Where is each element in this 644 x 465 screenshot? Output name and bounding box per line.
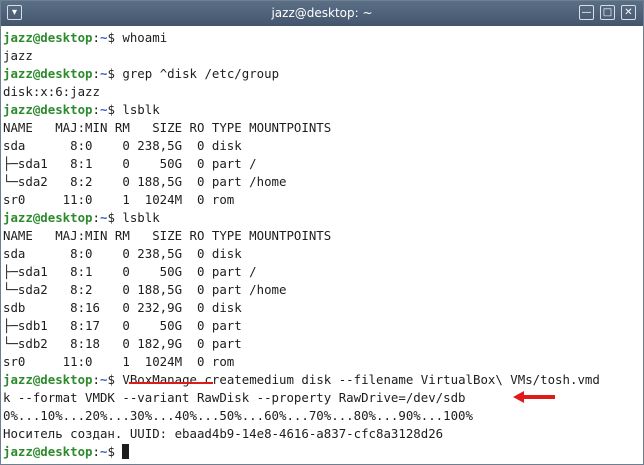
prompt-symbol: $: [107, 66, 123, 81]
title-bar[interactable]: ▾ jazz@desktop: ~ — □ ✕: [1, 1, 643, 26]
minimize-icon[interactable]: —: [579, 5, 594, 20]
prompt-user: jazz@desktop: [3, 30, 93, 45]
terminal-output-line: 0%...10%...20%...30%...40%...50%...60%..…: [3, 408, 473, 423]
terminal-prompt-line: jazz@desktop:~$ VBoxManage createmedium …: [3, 371, 600, 389]
terminal-output-line: k --format VMDK --variant RawDisk --prop…: [3, 390, 466, 405]
prompt-user: jazz@desktop: [3, 444, 93, 459]
terminal-output-line: jazz: [3, 48, 33, 63]
terminal-output-line: └─sda2 8:2 0 188,5G 0 part /home: [3, 282, 287, 297]
prompt-colon: :: [92, 102, 100, 117]
command-text: lsblk: [122, 102, 160, 117]
terminal-output-line: sr0 11:0 1 1024M 0 rom: [3, 192, 235, 207]
terminal-output-line: ├─sdb1 8:17 0 50G 0 part: [3, 318, 242, 333]
command-text: grep ^disk /etc/group: [122, 66, 280, 81]
prompt-user: jazz@desktop: [3, 210, 93, 225]
text-cursor[interactable]: [122, 444, 130, 459]
prompt-symbol: $: [107, 210, 123, 225]
terminal-output-line: disk:x:6:jazz: [3, 84, 100, 99]
arrow-left-annotation-icon: [513, 391, 555, 403]
prompt-colon: :: [92, 210, 100, 225]
terminal-output-line: NAME MAJ:MIN RM SIZE RO TYPE MOUNTPOINTS: [3, 228, 332, 243]
close-icon[interactable]: ✕: [621, 5, 636, 20]
terminal-output-line: sr0 11:0 1 1024M 0 rom: [3, 354, 235, 369]
terminal-output-line: Носитель создан. UUID: ebaad4b9-14e8-461…: [3, 426, 444, 441]
terminal-prompt-line: jazz@desktop:~$ grep ^disk /etc/group: [3, 65, 279, 83]
window-title: jazz@desktop: ~: [271, 6, 373, 20]
prompt-colon: :: [92, 444, 100, 459]
command-text: VBoxManage createmedium disk --filename …: [122, 372, 600, 387]
terminal-output-line: sdb 8:16 0 232,9G 0 disk: [3, 300, 242, 315]
terminal-output-line: └─sda2 8:2 0 188,5G 0 part /home: [3, 174, 287, 189]
terminal-prompt-line: jazz@desktop:~$: [3, 443, 130, 461]
terminal-output-line: sda 8:0 0 238,5G 0 disk: [3, 246, 242, 261]
prompt-colon: :: [92, 372, 100, 387]
prompt-user: jazz@desktop: [3, 372, 93, 387]
prompt-user: jazz@desktop: [3, 66, 93, 81]
prompt-user: jazz@desktop: [3, 102, 93, 117]
terminal-output-line: └─sdb2 8:18 0 182,9G 0 part: [3, 336, 242, 351]
command-text: whoami: [122, 30, 168, 45]
prompt-colon: :: [92, 66, 100, 81]
terminal-prompt-line: jazz@desktop:~$ lsblk: [3, 101, 160, 119]
terminal-output-line: sda 8:0 0 238,5G 0 disk: [3, 138, 242, 153]
prompt-symbol: $: [107, 30, 123, 45]
terminal-output-line: ├─sda1 8:1 0 50G 0 part /: [3, 156, 257, 171]
vboxmanage-underline-annotation: [129, 382, 213, 384]
terminal-prompt-line: jazz@desktop:~$ lsblk: [3, 209, 160, 227]
terminal-output-line: NAME MAJ:MIN RM SIZE RO TYPE MOUNTPOINTS: [3, 120, 332, 135]
prompt-symbol: $: [107, 444, 123, 459]
prompt-symbol: $: [107, 372, 123, 387]
command-text: lsblk: [122, 210, 160, 225]
maximize-icon[interactable]: □: [600, 5, 615, 20]
terminal-output-line: ├─sda1 8:1 0 50G 0 part /: [3, 264, 257, 279]
prompt-colon: :: [92, 30, 100, 45]
terminal-prompt-line: jazz@desktop:~$ whoami: [3, 29, 167, 47]
prompt-symbol: $: [107, 102, 123, 117]
